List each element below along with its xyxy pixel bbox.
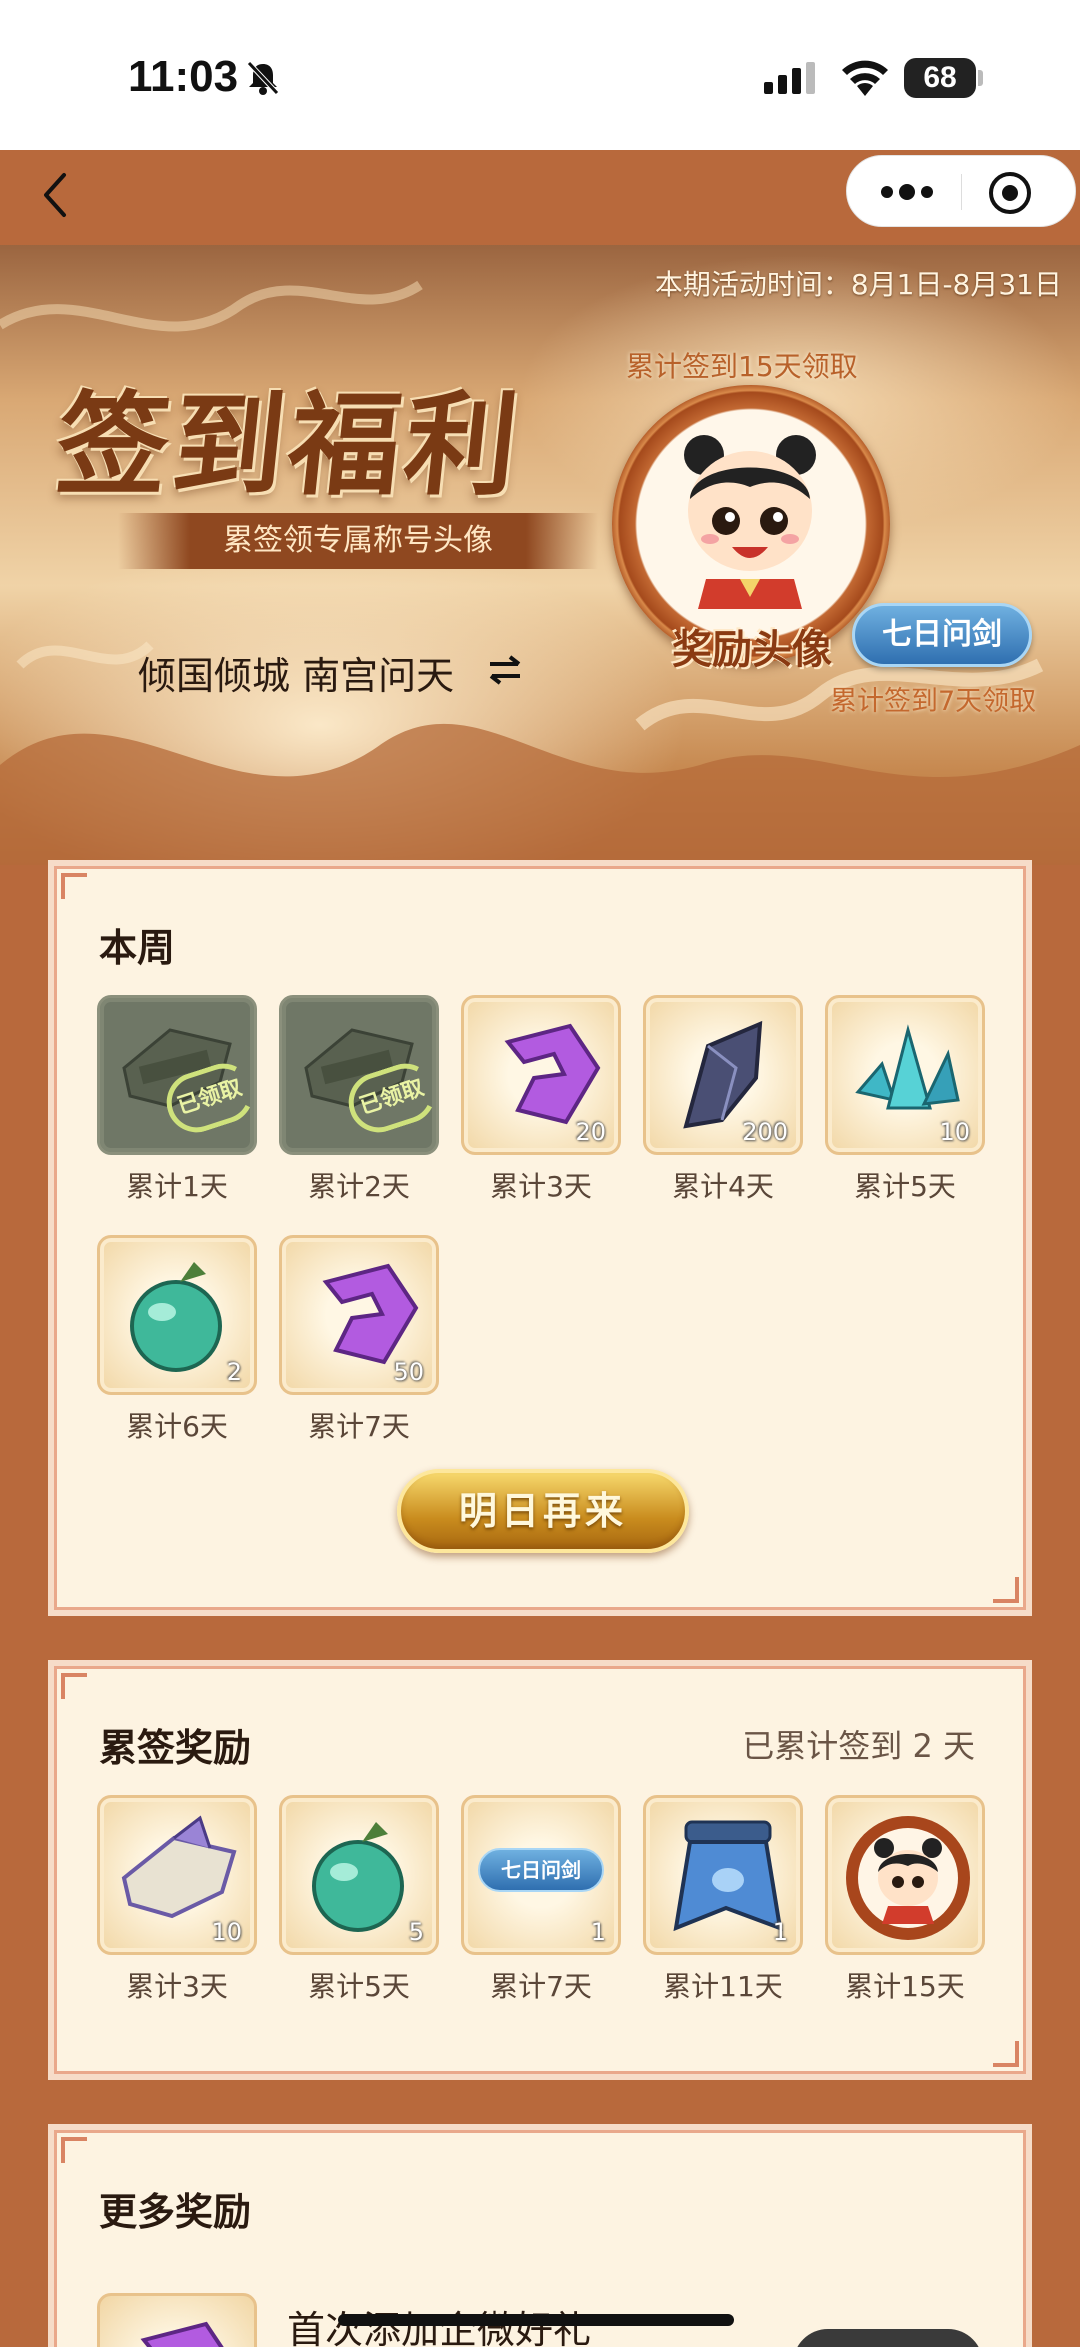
week-item-day4[interactable]: 200 <box>643 995 803 1155</box>
week-item-day5[interactable]: 10 <box>825 995 985 1155</box>
label-7-days: 累计签到7天领取 <box>830 686 1037 717</box>
week-item-caption: 累计6天 <box>126 1410 228 1443</box>
bell-off-icon <box>246 60 280 100</box>
avatar-character-icon <box>684 435 816 609</box>
cumulative-item-caption: 累计7天 <box>490 1970 592 2003</box>
battery-cap <box>978 70 983 86</box>
hero-banner: 本期活动时间：8月1日-8月31日 签到福利 累签领专属称号头像 倾国倾城 南宫… <box>0 245 1080 865</box>
panel-title-week: 本周 <box>99 926 176 970</box>
item-count: 1 <box>772 1918 788 1946</box>
swap-icon[interactable] <box>488 655 522 689</box>
purple-crystal-icon <box>140 2321 224 2347</box>
signal-icon <box>764 62 820 98</box>
item-count: 1 <box>590 1918 606 1946</box>
item-count: 20 <box>575 1118 606 1146</box>
more-dots-icon[interactable] <box>877 178 937 210</box>
item-count: 5 <box>408 1918 424 1946</box>
week-item-caption: 累计4天 <box>672 1170 774 1203</box>
week-item-caption: 累计2天 <box>308 1170 410 1203</box>
mini-program-capsule <box>846 155 1076 227</box>
activity-period: 本期活动时间：8月1日-8月31日 <box>654 268 1062 301</box>
panel-title-more: 更多奖励 <box>99 2190 252 2234</box>
title-badge: 七日问剑 <box>852 603 1032 667</box>
week-item-day3[interactable]: 20 <box>461 995 621 1155</box>
capsule-divider <box>961 174 962 210</box>
battery-indicator: 68 <box>904 58 976 98</box>
item-count: 10 <box>939 1118 970 1146</box>
back-button[interactable] <box>36 165 76 225</box>
week-item-day2[interactable]: 已领取 <box>279 995 439 1155</box>
item-count: 200 <box>742 1118 788 1146</box>
week-item-caption: 累计7天 <box>308 1410 410 1443</box>
come-back-tomorrow-button[interactable]: 明日再来 <box>397 1469 689 1553</box>
more-reward-icon <box>97 2293 257 2347</box>
cumulative-item-3[interactable]: 10 <box>97 1795 257 1955</box>
panel-title-cumulative: 累签奖励 <box>99 1726 252 1770</box>
add-wecom-button[interactable]: 去添加 <box>793 2329 983 2347</box>
cumulative-item-15[interactable] <box>825 1795 985 1955</box>
cumulative-item-caption: 累计11天 <box>663 1970 783 2003</box>
subtitle-banner: 累签领专属称号头像 <box>118 513 598 569</box>
item-count: 50 <box>393 1358 424 1386</box>
cumulative-panel: 累签奖励 已累计签到 2 天 10 累计3天 5 累计5天 七日问剑 1 累计7… <box>48 1660 1032 2080</box>
reward-avatar-label: 奖励头像 <box>672 626 832 673</box>
user-name: 倾国倾城 南宫问天 <box>138 654 455 698</box>
chevron-left-icon <box>44 173 66 217</box>
week-item-day7[interactable]: 50 <box>279 1235 439 1395</box>
cumulative-item-caption: 累计5天 <box>308 1970 410 2003</box>
week-item-caption: 累计3天 <box>490 1170 592 1203</box>
target-icon[interactable] <box>987 170 1033 220</box>
home-indicator <box>338 2314 734 2326</box>
cumulative-item-5[interactable]: 5 <box>279 1795 439 1955</box>
label-15-days: 累计签到15天领取 <box>626 350 858 383</box>
week-panel: 本周 已领取 累计1天 已领取 累计2天 20 累计3天 200 累计4天 10… <box>48 860 1032 1616</box>
week-item-caption: 累计5天 <box>854 1170 956 1203</box>
status-time: 11:03 <box>128 52 239 101</box>
avatar-frame-icon <box>846 1816 970 1940</box>
title-badge-icon: 七日问剑 <box>478 1848 604 1892</box>
status-bar: 11:03 68 <box>0 0 1080 150</box>
item-count: 10 <box>211 1918 242 1946</box>
week-item-day1[interactable]: 已领取 <box>97 995 257 1155</box>
cumulative-item-caption: 累计3天 <box>126 1970 228 2003</box>
wifi-icon <box>840 58 890 100</box>
cumulative-item-7[interactable]: 七日问剑 1 <box>461 1795 621 1955</box>
page-title: 签到福利 <box>50 380 528 511</box>
week-item-day6[interactable]: 2 <box>97 1235 257 1395</box>
item-count: 2 <box>226 1358 242 1386</box>
week-item-caption: 累计1天 <box>126 1170 228 1203</box>
cumulative-item-11[interactable]: 1 <box>643 1795 803 1955</box>
cumulative-item-caption: 累计15天 <box>845 1970 965 2003</box>
cumulative-status: 已累计签到 2 天 <box>742 1727 975 1765</box>
